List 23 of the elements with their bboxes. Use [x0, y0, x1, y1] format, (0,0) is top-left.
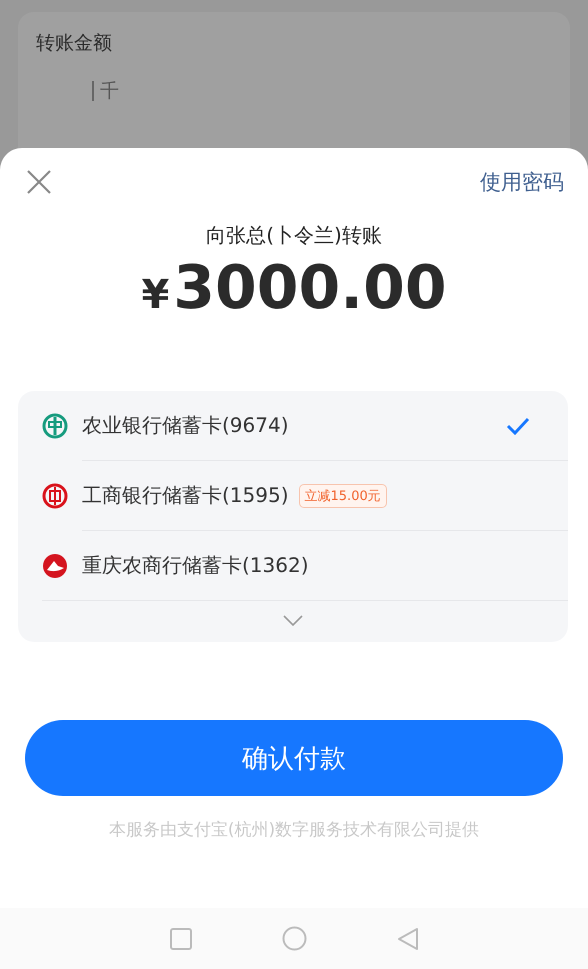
unit-hint: 千 [100, 79, 119, 104]
discount-tag: 立减15.00元 [298, 484, 387, 508]
home-icon[interactable] [282, 926, 306, 951]
bank-card-name: 重庆农商行储蓄卡(1362) [82, 552, 309, 579]
currency-symbol: ¥ [141, 272, 170, 318]
payment-method-item[interactable]: 工商银行储蓄卡(1595) 立减15.00元 [82, 461, 568, 531]
field-label: 转账金额 [36, 31, 113, 56]
bank-card-name: 农业银行储蓄卡(9674) [82, 412, 289, 439]
transfer-title: 向张总(卜令兰)转账 [205, 222, 383, 249]
use-password-link[interactable]: 使用密码 [480, 168, 564, 196]
bank-logo-icon [42, 482, 68, 508]
recent-apps-icon[interactable] [170, 928, 192, 950]
text-cursor [92, 81, 94, 101]
chevron-down-icon[interactable] [283, 615, 303, 626]
bank-card-name: 工商银行储蓄卡(1595) [82, 482, 289, 509]
amount-value: 3000.00 [173, 255, 447, 321]
payment-method-item[interactable]: 农业银行储蓄卡(9674) [82, 391, 568, 461]
bank-logo-icon [42, 552, 68, 578]
payment-method-item[interactable]: 重庆农商行储蓄卡(1362) [42, 531, 568, 601]
back-icon[interactable] [396, 926, 418, 950]
close-icon[interactable] [26, 169, 52, 195]
confirm-payment-button[interactable]: 确认付款 [25, 720, 563, 796]
bank-logo-icon [42, 412, 68, 438]
